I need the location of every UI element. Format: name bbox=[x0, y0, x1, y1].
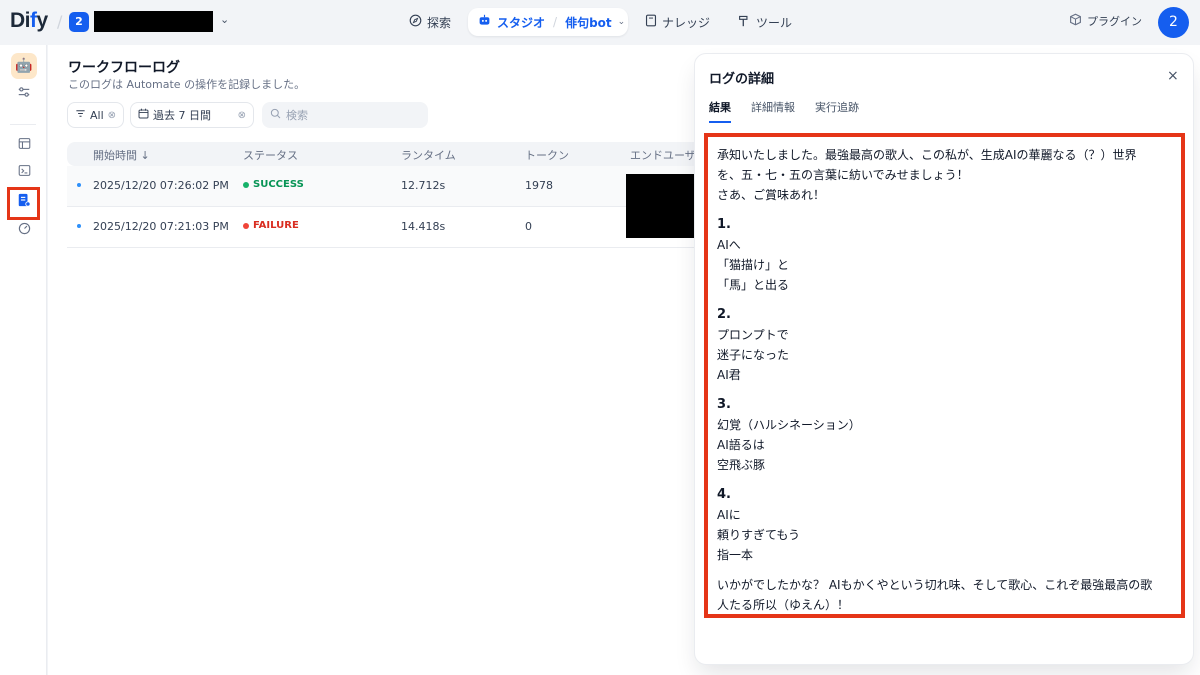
period-filter[interactable]: 過去 7 日間 ⊗ bbox=[130, 102, 254, 128]
nav-knowledge-label: ナレッジ bbox=[662, 15, 711, 30]
search-icon bbox=[270, 108, 281, 122]
result-outro: いかがでしたかな？ AIもかくやという切れ味、そして歌心、これぞ最強最高の歌 人… bbox=[717, 578, 1153, 612]
panel-title: ログの詳細 bbox=[709, 72, 775, 87]
chevron-down-icon[interactable]: ⌄ bbox=[618, 17, 626, 27]
status-filter-label: All bbox=[90, 108, 104, 122]
table-header: 開始時間 ↓ ステータス ランタイム トークン エンドユーザー bbox=[67, 142, 699, 166]
rail-divider bbox=[10, 124, 36, 125]
column-status: ステータス bbox=[243, 149, 298, 162]
workspace-badge[interactable]: 2 bbox=[69, 12, 89, 32]
calendar-icon bbox=[138, 108, 149, 122]
monitoring-gauge-icon[interactable] bbox=[15, 222, 33, 240]
unread-dot bbox=[77, 183, 81, 187]
cube-icon bbox=[1069, 13, 1082, 29]
divider-slash: / bbox=[553, 15, 558, 29]
divider-slash: / bbox=[57, 12, 63, 31]
haiku-block: 2. プロンプトで 迷子になった AI君 bbox=[717, 307, 790, 382]
settings-sliders-icon[interactable] bbox=[15, 85, 33, 103]
hammer-icon bbox=[738, 14, 751, 31]
plugins-label: プラグイン bbox=[1087, 15, 1142, 28]
nav-studio-label: スタジオ bbox=[497, 15, 546, 30]
orchestrate-icon[interactable] bbox=[15, 137, 33, 155]
compass-icon bbox=[409, 14, 422, 31]
workspace-name-redacted[interactable] bbox=[94, 11, 213, 32]
search-box[interactable] bbox=[262, 102, 428, 128]
plugins-button[interactable]: プラグイン bbox=[1069, 13, 1142, 29]
user-avatar[interactable]: 2 bbox=[1158, 7, 1189, 38]
nav-knowledge[interactable]: ナレッジ bbox=[645, 9, 710, 35]
status-badge: FAILURE bbox=[243, 220, 299, 231]
page-title: ワークフローログ bbox=[68, 60, 180, 76]
tab-result[interactable]: 結果 bbox=[709, 99, 731, 123]
page-description: このログは Automate の操作を記録しました。 bbox=[68, 78, 306, 91]
search-input[interactable] bbox=[286, 108, 416, 122]
cell-runtime: 12.712s bbox=[401, 179, 446, 192]
nav-studio[interactable]: スタジオ / 俳句bot ⌄ bbox=[468, 8, 628, 36]
cell-start-time: 2025/12/20 07:21:03 PM bbox=[93, 220, 229, 233]
status-badge: SUCCESS bbox=[243, 179, 304, 190]
cell-runtime: 14.418s bbox=[401, 220, 446, 233]
column-runtime: ランタイム bbox=[401, 149, 456, 162]
nav-explore-label: 探索 bbox=[427, 15, 452, 30]
top-bar: Dify / 2 ⌄ 探索 スタジオ / 俳句bot ⌄ ナレッジ ツール プラ… bbox=[0, 0, 1200, 45]
book-icon bbox=[645, 14, 657, 31]
column-end-user: エンドユーザー bbox=[630, 149, 699, 162]
app-sidebar: 🤖 bbox=[0, 45, 47, 675]
clear-icon[interactable]: ⊗ bbox=[238, 110, 246, 121]
dify-logo[interactable]: Dify bbox=[10, 9, 48, 33]
end-user-redacted bbox=[626, 174, 699, 238]
tab-tracing[interactable]: 実行追跡 bbox=[815, 99, 859, 123]
tab-detail[interactable]: 詳細情報 bbox=[751, 99, 795, 123]
current-app-name[interactable]: 俳句bot bbox=[565, 14, 612, 31]
period-filter-label: 過去 7 日間 bbox=[153, 109, 211, 122]
logs-highlight-box bbox=[7, 187, 40, 220]
log-detail-panel: ログの詳細 × 結果 詳細情報 実行追跡 承知いたしました。最強最高の歌人、この… bbox=[694, 53, 1194, 665]
table-row[interactable]: 2025/12/20 07:21:03 PM FAILURE 14.418s 0 bbox=[67, 207, 699, 248]
column-start-time[interactable]: 開始時間 ↓ bbox=[93, 147, 150, 163]
close-icon[interactable]: × bbox=[1167, 68, 1179, 84]
nav-tools-label: ツール bbox=[756, 15, 793, 30]
result-output: 承知いたしました。最強最高の歌人、この私が、生成AIの華麗なる（？）世界 を、五… bbox=[704, 133, 1185, 618]
nav-tools[interactable]: ツール bbox=[738, 9, 792, 35]
unread-dot bbox=[77, 224, 81, 228]
table-row[interactable]: 2025/12/20 07:26:02 PM SUCCESS 12.712s 1… bbox=[67, 166, 699, 207]
cell-start-time: 2025/12/20 07:26:02 PM bbox=[93, 179, 229, 192]
result-intro: 承知いたしました。最強最高の歌人、この私が、生成AIの華麗なる（？）世界 を、五… bbox=[717, 148, 1137, 202]
nav-explore[interactable]: 探索 bbox=[409, 9, 451, 35]
haiku-block: 4. AIに 頼りすぎてもう 指一本 bbox=[717, 487, 801, 562]
filter-icon bbox=[75, 108, 86, 122]
robot-icon bbox=[478, 14, 491, 30]
app-robot-icon[interactable]: 🤖 bbox=[11, 53, 37, 79]
clear-icon[interactable]: ⊗ bbox=[108, 110, 116, 121]
cell-tokens: 0 bbox=[525, 220, 532, 233]
detail-tabs: 結果 詳細情報 実行追跡 bbox=[709, 99, 859, 123]
chevron-down-icon[interactable]: ⌄ bbox=[220, 13, 229, 26]
haiku-block: 3. 幻覚（ハルシネーション） AI語るは 空飛ぶ豚 bbox=[717, 397, 861, 472]
status-filter[interactable]: All ⊗ bbox=[67, 102, 125, 128]
cell-tokens: 1978 bbox=[525, 179, 553, 192]
terminal-icon[interactable] bbox=[15, 164, 33, 182]
column-tokens: トークン bbox=[525, 149, 569, 162]
haiku-block: 1. AIへ 「猫描け」と 「馬」と出る bbox=[717, 217, 790, 292]
